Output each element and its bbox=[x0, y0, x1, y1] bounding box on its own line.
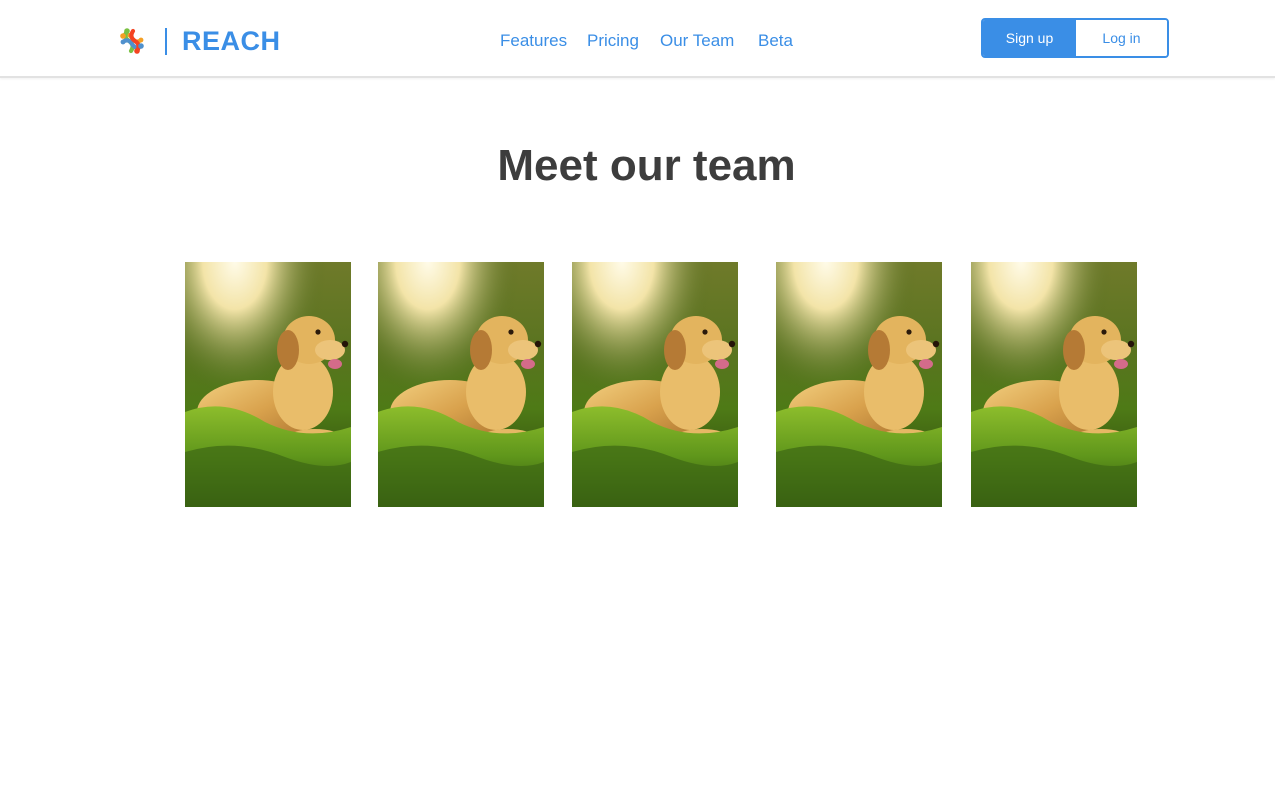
logo-divider bbox=[165, 28, 167, 55]
logo-icon[interactable] bbox=[117, 26, 147, 56]
team-photo bbox=[378, 262, 544, 507]
auth-buttons: Sign up Log in bbox=[981, 18, 1169, 58]
team-photo bbox=[572, 262, 738, 507]
nav-our-team[interactable]: Our Team bbox=[660, 30, 734, 52]
team-photo bbox=[185, 262, 351, 507]
dog-photo bbox=[971, 262, 1137, 507]
nav-features[interactable]: Features bbox=[500, 30, 567, 52]
team-photo bbox=[776, 262, 942, 507]
nav-pricing[interactable]: Pricing bbox=[587, 30, 639, 52]
dog-photo bbox=[378, 262, 544, 507]
site-header: REACH Features Pricing Our Team Beta Sig… bbox=[0, 0, 1275, 78]
page-title: Meet our team bbox=[497, 141, 796, 190]
brand-name[interactable]: REACH bbox=[182, 24, 281, 58]
team-photo bbox=[971, 262, 1137, 507]
nav-beta[interactable]: Beta bbox=[758, 30, 793, 52]
log-in-button[interactable]: Log in bbox=[1076, 20, 1167, 56]
dog-photo bbox=[185, 262, 351, 507]
dog-photo bbox=[572, 262, 738, 507]
sign-up-button[interactable]: Sign up bbox=[983, 20, 1076, 56]
dog-photo bbox=[776, 262, 942, 507]
